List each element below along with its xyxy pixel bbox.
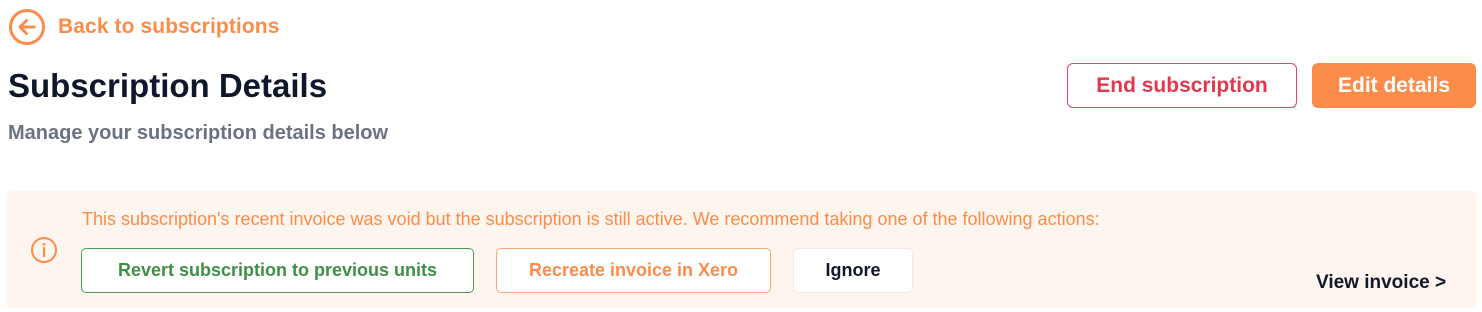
- void-invoice-alert: This subscription's recent invoice was v…: [6, 191, 1476, 308]
- back-to-subscriptions-link[interactable]: Back to subscriptions: [8, 8, 279, 46]
- arrow-left-circle-icon: [9, 9, 45, 45]
- end-subscription-button[interactable]: End subscription: [1067, 63, 1297, 108]
- alert-message: This subscription's recent invoice was v…: [82, 209, 1100, 229]
- subscription-details-page: Back to subscriptions Subscription Detai…: [0, 0, 1482, 312]
- page-subtitle: Manage your subscription details below: [8, 122, 389, 144]
- info-circle-icon: [31, 237, 57, 263]
- back-link-label: Back to subscriptions: [58, 15, 280, 38]
- recreate-invoice-button[interactable]: Recreate invoice in Xero: [496, 248, 771, 293]
- view-invoice-link[interactable]: View invoice >: [1316, 271, 1446, 295]
- revert-subscription-button[interactable]: Revert subscription to previous units: [81, 248, 474, 293]
- ignore-button[interactable]: Ignore: [793, 248, 913, 293]
- edit-details-button[interactable]: Edit details: [1312, 63, 1476, 108]
- page-title: Subscription Details: [8, 67, 328, 104]
